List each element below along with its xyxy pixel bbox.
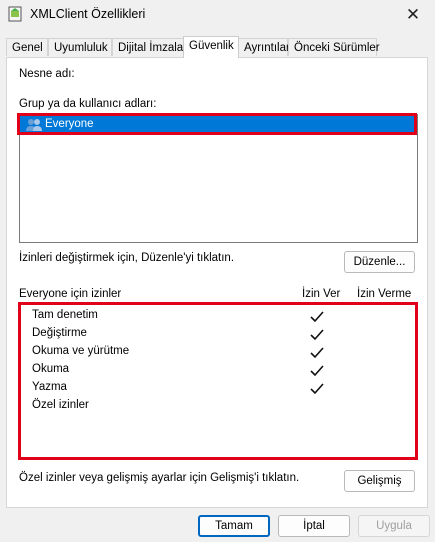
allow-check-icon xyxy=(310,365,324,377)
permissions-list xyxy=(18,302,418,460)
tab-compatibility[interactable]: Uyumluluk xyxy=(48,38,112,56)
allow-check-icon xyxy=(310,383,324,395)
permission-name: Okuma ve yürütme xyxy=(32,345,130,357)
close-button[interactable]: ✕ xyxy=(391,0,435,30)
edit-hint: İzinleri değiştirmek için, Düzenle'yi tı… xyxy=(19,252,235,264)
tab-general[interactable]: Genel xyxy=(6,38,48,56)
deny-column-header: İzin Verme xyxy=(357,288,412,300)
permission-name: Değiştirme xyxy=(32,327,87,339)
list-item-everyone[interactable]: Everyone xyxy=(20,115,417,135)
groups-label: Grup ya da kullanıcı adları: xyxy=(19,98,157,110)
permissions-header: Everyone için izinler xyxy=(19,288,122,300)
close-icon: ✕ xyxy=(405,5,421,24)
app-icon xyxy=(8,6,22,22)
users-icon xyxy=(26,119,42,131)
allow-column-header: İzin Ver xyxy=(302,288,341,300)
object-name-label: Nesne adı: xyxy=(19,68,75,80)
tab-security[interactable]: Güvenlik xyxy=(183,36,239,58)
tab-digital-signatures[interactable]: Dijital İmzalar xyxy=(112,38,187,56)
allow-check-icon xyxy=(310,311,324,323)
permission-name: Tam denetim xyxy=(32,309,98,321)
permission-name: Özel izinler xyxy=(32,399,89,411)
permission-name: Okuma xyxy=(32,363,70,375)
group-user-list[interactable]: Everyone xyxy=(19,114,418,243)
edit-button[interactable]: Düzenle... xyxy=(344,251,415,273)
cancel-button[interactable]: İptal xyxy=(278,515,350,537)
tab-previous-versions[interactable]: Önceki Sürümler xyxy=(288,38,380,56)
permission-name: Yazma xyxy=(32,381,67,393)
advanced-hint: Özel izinler veya gelişmiş ayarlar için … xyxy=(19,472,300,484)
advanced-button[interactable]: Gelişmiş xyxy=(344,470,415,492)
list-item-label: Everyone xyxy=(45,118,94,130)
apply-button[interactable]: Uygula xyxy=(358,515,430,537)
window-title: XMLClient Özellikleri xyxy=(30,7,146,21)
title-bar: XMLClient Özellikleri ✕ xyxy=(0,0,435,30)
allow-check-icon xyxy=(310,329,324,341)
ok-button[interactable]: Tamam xyxy=(198,515,270,537)
allow-check-icon xyxy=(310,347,324,359)
tab-details[interactable]: Ayrıntılar xyxy=(238,38,290,56)
